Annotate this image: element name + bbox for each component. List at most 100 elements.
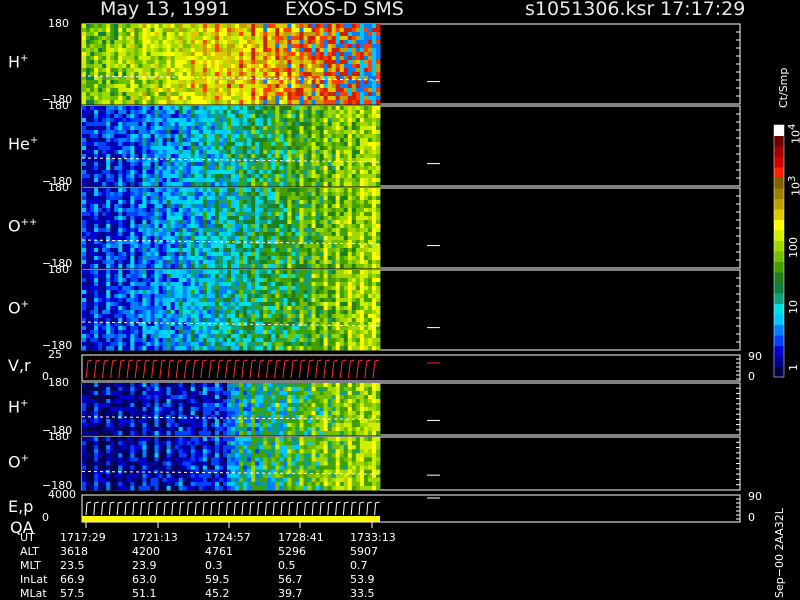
spectro-cell: [231, 36, 236, 41]
spectro-cell: [279, 192, 284, 197]
spectro-cell: [327, 248, 333, 253]
spectro-cell: [162, 36, 167, 41]
spectro-cell: [311, 80, 316, 85]
spectro-cell: [267, 52, 272, 57]
spectro-cell: [178, 306, 184, 311]
spectro-cell: [122, 306, 127, 311]
spectro-cell: [94, 302, 99, 307]
spectro-cell: [222, 228, 228, 233]
spectro-cell: [110, 64, 115, 69]
spectro-cell: [118, 232, 123, 237]
spectro-cell: [182, 224, 188, 229]
spectro-cell: [154, 60, 159, 65]
spectro-cell: [194, 64, 200, 69]
spectro-cell: [375, 174, 381, 179]
spectro-cell: [86, 322, 91, 327]
spectro-cell: [114, 72, 119, 77]
spectro-cell: [102, 326, 107, 331]
spectro-cell: [339, 236, 345, 241]
spectro-cell: [122, 130, 127, 135]
spectro-cell: [226, 174, 232, 179]
spectro-cell: [86, 88, 91, 93]
spectro-cell: [371, 114, 377, 119]
spectro-cell: [327, 72, 333, 77]
spectro-cell: [363, 80, 369, 85]
spectro-cell: [86, 200, 91, 205]
spectro-cell: [355, 32, 361, 37]
spectro-cell: [150, 48, 155, 53]
spectro-cell: [170, 318, 176, 323]
spectro-cell: [126, 282, 131, 287]
spectro-cell: [259, 56, 264, 61]
spectro-cell: [106, 36, 111, 41]
spectro-cell: [138, 126, 143, 131]
spectro-cell: [206, 248, 212, 253]
spectro-cell: [235, 178, 240, 183]
spectro-cell: [355, 44, 361, 49]
spectro-cell: [247, 40, 252, 45]
spectro-cell: [102, 220, 107, 225]
spectro-cell: [275, 68, 280, 73]
spectro-cell: [130, 60, 135, 65]
spectro-cell: [351, 138, 357, 143]
spectro-cell: [331, 146, 337, 151]
spectro-cell: [102, 178, 107, 183]
spectro-cell: [283, 166, 288, 171]
spectro-cell: [291, 134, 296, 139]
spectro-cell: [275, 138, 280, 143]
spectro-cell: [347, 36, 353, 41]
spectro-cell: [146, 96, 151, 101]
spectro-cell: [323, 88, 329, 93]
spectro-cell: [275, 80, 280, 85]
spectro-cell: [170, 240, 176, 245]
spectro-cell: [323, 264, 329, 269]
spectro-cell: [275, 24, 280, 29]
spectro-cell: [283, 92, 288, 97]
spectro-cell: [86, 36, 91, 41]
spectro-cell: [359, 216, 365, 221]
spectro-cell: [287, 192, 292, 197]
spectro-cell: [287, 232, 292, 237]
spectro-cell: [231, 200, 236, 205]
spectro-cell: [339, 244, 345, 249]
spectro-cell: [94, 196, 99, 201]
spectro-cell: [174, 314, 180, 319]
spectro-cell: [339, 122, 345, 127]
spectro-cell: [178, 44, 184, 49]
spectro-cell: [170, 252, 176, 257]
spectro-cell: [86, 330, 91, 335]
spectro-cell: [287, 264, 292, 269]
spectro-cell: [130, 228, 135, 233]
spectro-cell: [239, 32, 244, 37]
spectro-cell: [202, 224, 208, 229]
spectro-cell: [287, 248, 292, 253]
spectro-cell: [106, 330, 111, 335]
spectro-cell: [343, 24, 349, 29]
spectro-cell: [130, 286, 135, 291]
spectro-cell: [371, 32, 377, 37]
spectro-cell: [299, 84, 304, 89]
spectro-cell: [335, 32, 341, 37]
spectro-cell: [110, 92, 115, 97]
spectro-cell: [343, 256, 349, 261]
spectro-cell: [255, 208, 260, 213]
spectro-cell: [359, 84, 365, 89]
spectro-cell: [251, 166, 256, 171]
spectro-cell: [90, 212, 95, 217]
spectro-cell: [214, 24, 220, 29]
spectro-cell: [198, 40, 204, 45]
spectro-cell: [154, 88, 159, 93]
spectro-cell: [122, 204, 127, 209]
spectro-cell: [235, 40, 240, 45]
spectro-cell: [174, 302, 180, 307]
spectro-cell: [146, 294, 151, 299]
spectro-cell: [251, 88, 256, 93]
spectro-cell: [359, 64, 365, 69]
spectro-cell: [210, 28, 216, 33]
spectro-cell: [339, 154, 345, 159]
spectro-cell: [134, 330, 139, 335]
spectro-cell: [90, 110, 95, 115]
spectro-cell: [202, 44, 208, 49]
spectro-cell: [98, 150, 103, 155]
spectro-cell: [327, 64, 333, 69]
